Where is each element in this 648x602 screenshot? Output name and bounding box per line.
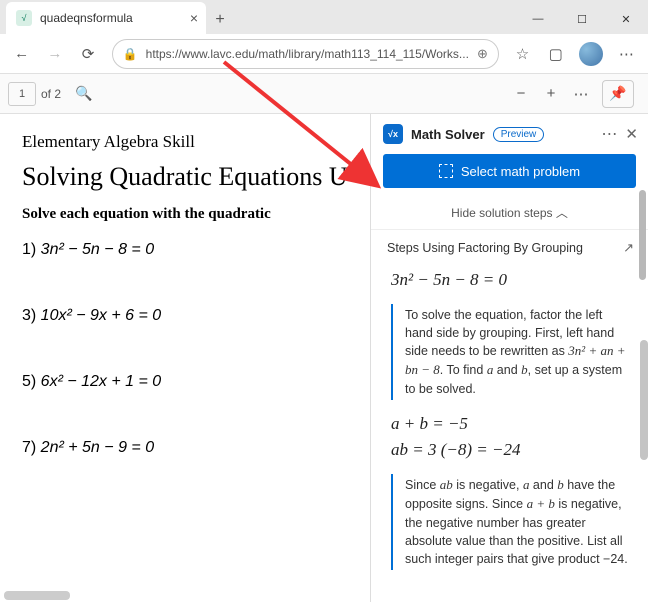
collections-button[interactable]: ▢ bbox=[540, 38, 571, 70]
zoom-in-button[interactable]: + bbox=[536, 79, 566, 109]
favorites-button[interactable]: ☆ bbox=[507, 38, 538, 70]
zoom-out-button[interactable]: − bbox=[506, 79, 536, 109]
search-pdf-icon[interactable]: 🔍 bbox=[69, 79, 99, 109]
page-count: of 2 bbox=[41, 87, 61, 101]
browser-tab[interactable]: √ quadeqnsformula × bbox=[6, 2, 206, 34]
pdf-toolbar: 1 of 2 🔍 − + ⋯ 📌 bbox=[0, 74, 648, 114]
panel-scrollbar[interactable] bbox=[640, 340, 648, 460]
minimize-button[interactable]: — bbox=[516, 4, 560, 34]
select-math-problem-button[interactable]: Select math problem bbox=[383, 154, 636, 188]
equation-5: 5) 6x² − 12x + 1 = 0 bbox=[22, 373, 356, 391]
back-button[interactable]: ← bbox=[6, 38, 37, 70]
url-text: https://www.lavc.edu/math/library/math11… bbox=[146, 47, 469, 61]
system-line-2: ab = 3 (−8) = −24 bbox=[391, 440, 634, 460]
crop-icon bbox=[439, 164, 453, 178]
content-area: Elementary Algebra Skill Solving Quadrat… bbox=[0, 114, 648, 602]
panel-body: Steps Using Factoring By Grouping ↗ 3n² … bbox=[371, 230, 648, 602]
close-window-button[interactable]: ✕ bbox=[604, 4, 648, 34]
horizontal-scrollbar[interactable] bbox=[4, 591, 70, 600]
pdf-more-button[interactable]: ⋯ bbox=[566, 79, 596, 109]
preview-badge: Preview bbox=[493, 127, 545, 142]
equation-3: 3) 10x² − 9x + 6 = 0 bbox=[22, 307, 356, 325]
page-scrollbar[interactable] bbox=[639, 190, 646, 280]
doc-heading: Solving Quadratic Equations U bbox=[22, 162, 356, 192]
new-tab-button[interactable]: + bbox=[206, 6, 234, 34]
pin-toolbar-button[interactable]: 📌 bbox=[602, 80, 634, 108]
window-titlebar: √ quadeqnsformula × + — ☐ ✕ bbox=[0, 0, 648, 34]
doc-instruction: Solve each equation with the quadratic bbox=[22, 206, 356, 223]
explanation-2: Since ab is negative, a and b have the o… bbox=[391, 474, 634, 570]
window-controls: — ☐ ✕ bbox=[516, 4, 648, 34]
doc-subhead: Elementary Algebra Skill bbox=[22, 132, 356, 152]
forward-button[interactable]: → bbox=[39, 38, 70, 70]
math-solver-icon: √x bbox=[383, 124, 403, 144]
pdf-document[interactable]: Elementary Algebra Skill Solving Quadrat… bbox=[0, 114, 370, 602]
equation-7: 7) 2n² + 5n − 9 = 0 bbox=[22, 439, 356, 457]
hide-steps-toggle[interactable]: Hide solution steps ︿ bbox=[371, 198, 648, 230]
step-title-row: Steps Using Factoring By Grouping ↗ bbox=[387, 240, 634, 256]
tab-title: quadeqnsformula bbox=[40, 11, 182, 25]
math-solver-panel: √x Math Solver Preview ⋯ ✕ Select math p… bbox=[370, 114, 648, 602]
panel-title: Math Solver bbox=[411, 127, 485, 142]
tab-close-icon[interactable]: × bbox=[190, 10, 198, 26]
open-external-icon[interactable]: ↗ bbox=[623, 240, 634, 256]
step-title: Steps Using Factoring By Grouping bbox=[387, 241, 583, 255]
panel-close-button[interactable]: ✕ bbox=[625, 125, 638, 143]
menu-button[interactable]: ⋯ bbox=[611, 38, 642, 70]
maximize-button[interactable]: ☐ bbox=[560, 4, 604, 34]
panel-more-button[interactable]: ⋯ bbox=[601, 124, 617, 144]
tab-favicon: √ bbox=[16, 10, 32, 26]
equation-1: 1) 3n² − 5n − 8 = 0 bbox=[22, 241, 356, 259]
lock-icon: 🔒 bbox=[123, 47, 138, 61]
explanation-1: To solve the equation, factor the left h… bbox=[391, 304, 634, 400]
profile-avatar[interactable] bbox=[579, 42, 602, 66]
select-math-label: Select math problem bbox=[461, 164, 580, 179]
reading-icon[interactable]: ⊕ bbox=[477, 46, 488, 62]
panel-header: √x Math Solver Preview ⋯ ✕ bbox=[371, 114, 648, 152]
refresh-button[interactable]: ⟳ bbox=[72, 38, 103, 70]
browser-toolbar: ← → ⟳ 🔒 https://www.lavc.edu/math/librar… bbox=[0, 34, 648, 74]
main-equation: 3n² − 5n − 8 = 0 bbox=[391, 270, 634, 290]
address-bar[interactable]: 🔒 https://www.lavc.edu/math/library/math… bbox=[112, 39, 499, 69]
page-number-input[interactable]: 1 bbox=[8, 82, 36, 106]
system-line-1: a + b = −5 bbox=[391, 414, 634, 434]
